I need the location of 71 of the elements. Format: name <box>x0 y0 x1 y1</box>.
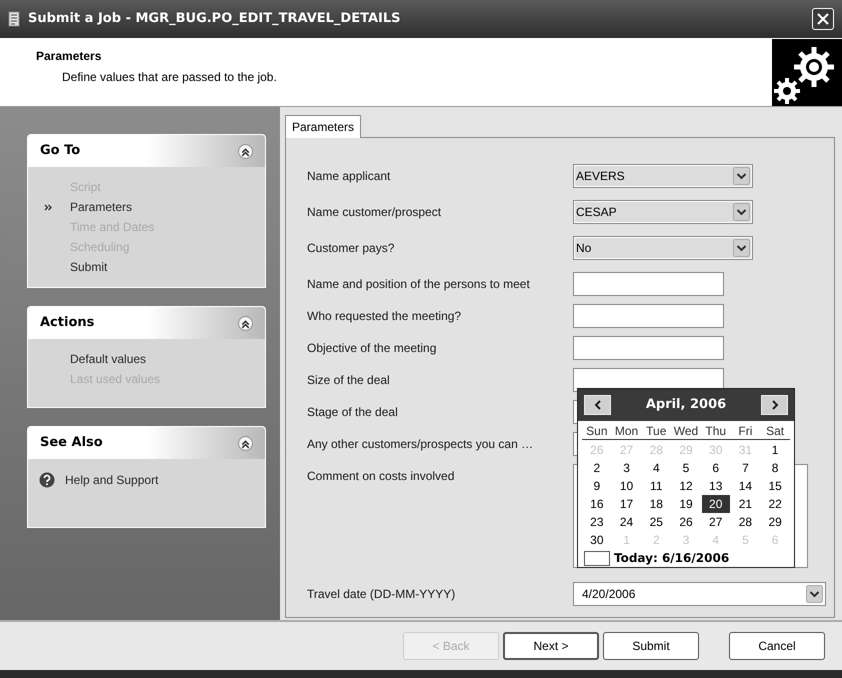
calendar-day[interactable]: 13 <box>702 477 730 495</box>
calendar-day[interactable]: 7 <box>732 459 760 477</box>
dropdown[interactable]: No <box>573 236 753 260</box>
tab[interactable]: Parameters <box>285 115 362 138</box>
field-label: Comment on costs involved <box>307 468 456 485</box>
calendar-day[interactable]: 30 <box>583 531 611 549</box>
field-label: Customer pays? <box>307 240 396 257</box>
calendar-day[interactable]: 5 <box>672 459 700 477</box>
panel-title: See Also <box>40 434 104 452</box>
task-link[interactable]: Submit <box>70 258 108 276</box>
calendar-day[interactable]: 16 <box>583 495 611 513</box>
field-label: Name applicant <box>307 168 392 185</box>
calendar-day[interactable]: 11 <box>642 477 670 495</box>
calendar-day[interactable]: 26 <box>672 513 700 531</box>
date-picker[interactable]: 4/20/2006 <box>573 582 826 606</box>
header-subtitle: Define values that are passed to the job. <box>61 69 278 86</box>
calendar-day[interactable]: 2 <box>583 459 611 477</box>
calendar-day[interactable]: 15 <box>761 477 789 495</box>
calendar-day[interactable]: 27 <box>702 513 730 531</box>
field-label: Name and position of the persons to meet <box>307 276 531 293</box>
calendar-day[interactable]: 23 <box>583 513 611 531</box>
calendar-day[interactable]: 22 <box>761 495 789 513</box>
calendar-day[interactable]: 21 <box>732 495 760 513</box>
wizard-button[interactable]: Cancel <box>729 632 825 660</box>
field-label: Objective of the meeting <box>307 340 438 357</box>
calendar-day[interactable]: 6 <box>702 459 730 477</box>
wizard-button[interactable]: Next > <box>503 632 599 660</box>
window-title: Submit a Job - MGR_BUG.PO_EDIT_TRAVEL_DETAILS <box>28 10 400 28</box>
calendar-day[interactable]: 10 <box>612 477 640 495</box>
task-link[interactable]: Parameters <box>70 198 132 216</box>
calendar-day[interactable]: 19 <box>672 495 700 513</box>
field-label: Name customer/prospect <box>307 204 442 221</box>
calendar-day[interactable]: 1 <box>761 441 789 459</box>
calendar-day[interactable]: 4 <box>642 459 670 477</box>
field-label: Any other customers/prospects you can … <box>307 436 534 453</box>
weekday-label: Fri <box>737 423 754 439</box>
calendar-day[interactable]: 14 <box>732 477 760 495</box>
task-link[interactable]: Default values <box>70 350 146 368</box>
weekday-label: Wed <box>672 423 700 439</box>
dropdown[interactable]: AEVERS <box>573 164 753 188</box>
header-title: Parameters <box>36 48 102 65</box>
weekday-label: Tue <box>645 423 668 439</box>
field-label: Stage of the deal <box>307 404 399 421</box>
weekday-label: Mon <box>614 423 640 439</box>
today-link[interactable]: Today: 6/16/2006 <box>614 549 730 567</box>
panel-title: Actions <box>40 314 96 332</box>
field-label: Who requested the meeting? <box>307 308 462 325</box>
calendar-day[interactable]: 28 <box>732 513 760 531</box>
field-label: Size of the deal <box>307 372 391 389</box>
calendar-day[interactable]: 17 <box>612 495 640 513</box>
calendar-day[interactable]: 18 <box>642 495 670 513</box>
panel-title: Go To <box>40 142 82 160</box>
weekday-label: Sat <box>765 423 786 439</box>
task-link[interactable]: Help and Support <box>65 471 158 489</box>
dropdown[interactable]: CESAP <box>573 200 753 224</box>
panel-header[interactable]: Go To <box>28 135 265 167</box>
field-label: Travel date (DD-MM-YYYY) <box>307 586 456 603</box>
calendar-day[interactable]: 25 <box>642 513 670 531</box>
month-title: April, 2006 <box>646 396 726 414</box>
panel-header[interactable]: Actions <box>28 307 265 339</box>
weekday-label: Sun <box>585 423 609 439</box>
calendar-day[interactable]: 29 <box>761 513 789 531</box>
weekday-label: Thu <box>704 423 728 439</box>
wizard-button[interactable]: Submit <box>603 632 699 660</box>
calendar-day[interactable]: 24 <box>612 513 640 531</box>
panel-header[interactable]: See Also <box>28 427 265 459</box>
calendar-day[interactable]: 9 <box>583 477 611 495</box>
calendar-day[interactable]: 12 <box>672 477 700 495</box>
calendar-day[interactable]: 3 <box>612 459 640 477</box>
calendar-day[interactable]: 8 <box>761 459 789 477</box>
calendar-day[interactable]: 20 <box>702 495 730 513</box>
